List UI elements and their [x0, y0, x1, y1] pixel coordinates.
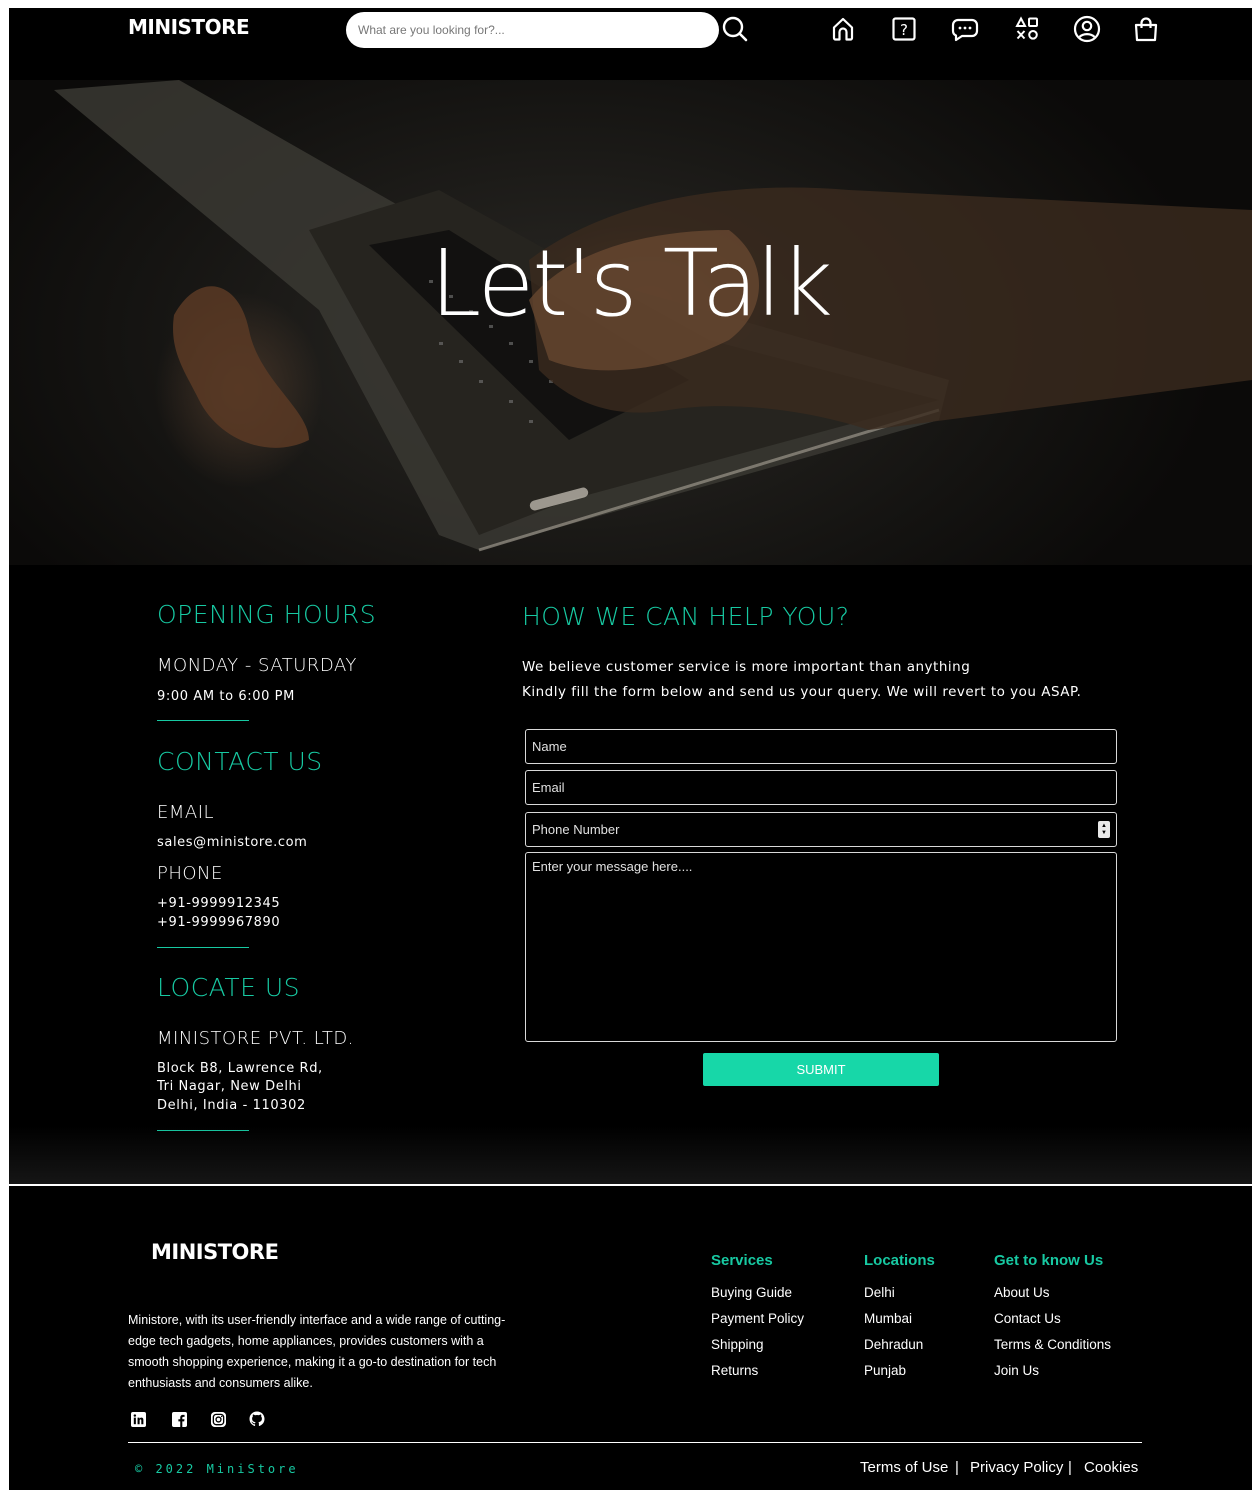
footer-link-returns[interactable]: Returns — [711, 1363, 758, 1378]
footer-about-text: Ministore, with its user-friendly interf… — [128, 1313, 506, 1390]
footer-link-punjab[interactable]: Punjab — [864, 1363, 906, 1378]
terms-of-use-link[interactable]: Terms of Use — [860, 1459, 948, 1476]
footer-link-join-us[interactable]: Join Us — [994, 1363, 1039, 1378]
cookies-link[interactable]: Cookies — [1084, 1459, 1138, 1476]
footer-logo[interactable]: MINISTORE — [151, 1240, 279, 1264]
company-name: MINISTORE PVT. LTD. — [157, 1028, 354, 1049]
linkedin-icon[interactable] — [130, 1411, 146, 1427]
address-line-1: Block B8, Lawrence Rd, — [157, 1061, 323, 1076]
search-icon[interactable] — [720, 14, 750, 44]
opening-hours-heading: OPENING HOURS — [157, 600, 377, 629]
footer-divider — [9, 1184, 1252, 1186]
phone-value-2[interactable]: +91-9999967890 — [157, 914, 280, 933]
opening-days: MONDAY - SATURDAY — [157, 655, 357, 676]
chat-icon[interactable] — [950, 14, 980, 44]
name-field[interactable] — [525, 729, 1117, 764]
opening-time: 9:00 AM to 6:00 PM — [157, 689, 295, 704]
phone-label: PHONE — [157, 863, 223, 884]
footer-heading-get-to-know-us: Get to know Us — [994, 1252, 1104, 1269]
address-line-2: Tri Nagar, New Delhi — [157, 1079, 302, 1094]
svg-text:?: ? — [900, 21, 908, 39]
facebook-icon[interactable] — [171, 1411, 187, 1427]
address-line-3: Delhi, India - 110302 — [157, 1098, 306, 1113]
copyright-text: © 2022 MiniStore — [135, 1462, 299, 1476]
privacy-policy-link[interactable]: Privacy Policy — [970, 1459, 1063, 1476]
phone-stepper[interactable]: ▲ ▼ — [1098, 821, 1110, 838]
account-icon[interactable] — [1072, 14, 1102, 44]
site-logo[interactable]: MINISTORE — [128, 15, 250, 39]
instagram-icon[interactable] — [210, 1411, 226, 1427]
footer-link-mumbai[interactable]: Mumbai — [864, 1311, 912, 1326]
submit-button[interactable]: SUBMIT — [703, 1053, 939, 1086]
contact-us-heading: CONTACT US — [157, 747, 323, 776]
legal-separator: | — [1068, 1459, 1072, 1476]
help-icon[interactable]: ? — [889, 14, 919, 44]
footer-link-about-us[interactable]: About Us — [994, 1285, 1050, 1300]
footer-link-terms[interactable]: Terms & Conditions — [994, 1337, 1111, 1352]
email-value[interactable]: sales@ministore.com — [157, 834, 307, 853]
search-input[interactable] — [346, 12, 719, 48]
footer-link-dehradun[interactable]: Dehradun — [864, 1337, 923, 1352]
email-field[interactable] — [525, 770, 1117, 805]
email-label: EMAIL — [157, 802, 215, 823]
phone-value-1[interactable]: +91-9999912345 — [157, 895, 280, 914]
section-divider — [157, 720, 249, 721]
github-icon[interactable] — [249, 1411, 265, 1427]
footer-heading-locations: Locations — [864, 1252, 935, 1269]
help-heading: HOW WE CAN HELP YOU? — [522, 602, 850, 631]
section-divider — [157, 947, 249, 948]
legal-separator: | — [955, 1459, 959, 1476]
footer-heading-services: Services — [711, 1252, 773, 1269]
footer-rule — [128, 1442, 1142, 1443]
section-shadow — [9, 1126, 1252, 1186]
top-nav: MINISTORE ? — [9, 8, 1252, 80]
page: MINISTORE ? — [9, 8, 1252, 1490]
footer-link-payment-policy[interactable]: Payment Policy — [711, 1311, 804, 1326]
footer-link-contact-us[interactable]: Contact Us — [994, 1311, 1061, 1326]
help-intro-line-1: We believe customer service is more impo… — [522, 659, 971, 675]
locate-us-heading: LOCATE US — [157, 973, 301, 1002]
shopping-bag-icon[interactable] — [1131, 14, 1161, 44]
phone-field[interactable] — [525, 812, 1117, 847]
help-intro-line-2: Kindly fill the form below and send us y… — [522, 684, 1082, 700]
categories-icon[interactable] — [1012, 14, 1042, 44]
footer-link-delhi[interactable]: Delhi — [864, 1285, 895, 1300]
message-field[interactable] — [525, 852, 1117, 1042]
hero-banner: Let's Talk — [9, 80, 1252, 565]
footer-link-buying-guide[interactable]: Buying Guide — [711, 1285, 792, 1300]
footer-link-shipping[interactable]: Shipping — [711, 1337, 764, 1352]
hero-title: Let's Talk — [430, 230, 833, 337]
home-icon[interactable] — [828, 14, 858, 44]
